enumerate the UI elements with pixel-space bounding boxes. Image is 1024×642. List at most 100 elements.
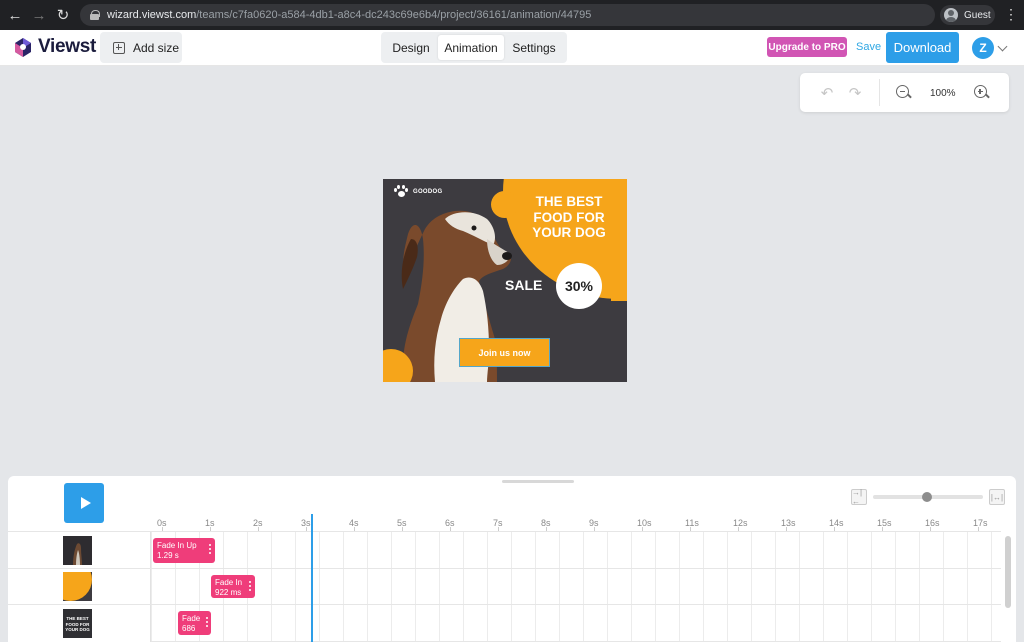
url-text: wizard.viewst.com/teams/c7fa0620-a584-4d… — [107, 9, 591, 21]
tick-label: 12s — [733, 518, 748, 528]
grid-line — [343, 531, 344, 642]
profile-name: Guest — [964, 9, 991, 21]
play-button[interactable] — [64, 483, 104, 523]
tick-label: 16s — [925, 518, 940, 528]
playhead[interactable] — [311, 514, 313, 642]
save-button[interactable]: Save — [856, 41, 881, 53]
slider-track[interactable] — [873, 492, 983, 502]
timeline-scrollbar[interactable] — [1005, 536, 1011, 608]
thumb-line-3: YOUR DOG — [65, 627, 90, 632]
tick-label: 15s — [877, 518, 892, 528]
grid-line — [919, 531, 920, 642]
animation-block-fade-in-up[interactable]: Fade In Up 1.29 s — [153, 538, 215, 563]
grid-line — [775, 531, 776, 642]
timeline-zoom-slider: →|← |↔| — [851, 488, 1005, 506]
timeline-grid[interactable] — [151, 531, 1001, 642]
brand-logo[interactable]: GOODOG — [394, 185, 442, 198]
resize-handle[interactable] — [502, 480, 574, 483]
grid-line — [703, 531, 704, 642]
paw-icon — [394, 185, 408, 198]
layer-thumb-shape — [63, 572, 92, 601]
tick-label: 14s — [829, 518, 844, 528]
banner-headline[interactable]: THE BEST FOOD FOR YOUR DOG — [525, 194, 613, 241]
forward-arrow-icon[interactable]: → — [30, 6, 48, 24]
layer-row[interactable] — [8, 568, 151, 604]
sale-text[interactable]: SALE — [505, 277, 542, 293]
grid-line — [823, 531, 824, 642]
layer-list: THE BEST FOOD FOR YOUR DOG — [8, 531, 151, 642]
tick-label: 10s — [637, 518, 652, 528]
animation-name: Fade In Up — [157, 541, 197, 550]
upgrade-to-pro-button[interactable]: Upgrade to PRO — [767, 37, 847, 57]
row-divider — [151, 531, 1001, 532]
grid-line — [463, 531, 464, 642]
grid-line — [607, 531, 608, 642]
time-ruler[interactable]: 0s 1s 2s 3s 4s 5s 6s 7s 8s 9s 10s 11s 12s 13s 14s 15s 16… — [151, 510, 1016, 531]
slider-knob[interactable] — [922, 492, 932, 502]
grid-line — [511, 531, 512, 642]
animation-block-fade-in[interactable]: Fade In 922 ms — [211, 575, 255, 598]
grid-line — [943, 531, 944, 642]
reload-icon[interactable]: ↻ — [54, 6, 72, 24]
animation-name: Fade — [182, 614, 201, 623]
animation-duration: 922 ms — [215, 588, 242, 597]
viewst-logo[interactable]: Viewst — [12, 36, 96, 58]
animation-block-fade[interactable]: Fade 686 — [178, 611, 211, 635]
banner-canvas[interactable]: GOODOG THE BEST FOOD FOR YOUR DOG SALE 3… — [383, 179, 627, 382]
grid-line — [151, 531, 152, 642]
join-us-button[interactable]: Join us now — [459, 338, 550, 367]
tab-settings[interactable]: Settings — [504, 35, 564, 60]
headline-line-1: THE BEST — [535, 194, 603, 209]
browser-toolbar: ← → ↻ wizard.viewst.com/teams/c7fa0620-a… — [0, 0, 1024, 30]
layer-row[interactable]: THE BEST FOOD FOR YOUR DOG — [8, 604, 151, 642]
app-header: Viewst Add size Design Animation Setting… — [0, 30, 1024, 66]
tick-label: 17s — [973, 518, 988, 528]
layer-row[interactable] — [8, 531, 151, 568]
grid-line — [487, 531, 488, 642]
discount-badge[interactable]: 30% — [556, 263, 602, 309]
grid-line — [295, 531, 296, 642]
address-bar[interactable]: wizard.viewst.com/teams/c7fa0620-a584-4d… — [80, 4, 935, 26]
url-path: /teams/c7fa0620-a584-4db1-a8c4-dc243c69e… — [196, 9, 592, 21]
mode-tabs: Design Animation Settings — [381, 32, 567, 63]
profile-button[interactable]: Guest — [940, 5, 995, 25]
more-options-icon[interactable] — [209, 544, 211, 554]
animation-duration: 1.29 s — [157, 551, 179, 560]
zoom-divider — [879, 79, 880, 106]
row-divider — [151, 604, 1001, 605]
animation-duration: 686 — [182, 624, 196, 633]
grid-line — [535, 531, 536, 642]
download-button[interactable]: Download — [886, 32, 959, 63]
tick-label: 13s — [781, 518, 796, 528]
thumb-line-1: THE BEST — [66, 616, 89, 621]
timeline-panel: →|← |↔| 0s 1s 2s 3s 4s 5s 6s 7s 8s 9s 10s 11s 12s 13s… — [8, 476, 1016, 642]
expand-icon[interactable]: |↔| — [989, 489, 1005, 505]
grid-line — [871, 531, 872, 642]
headline-line-2: FOOD FOR — [533, 209, 605, 225]
zoom-in-icon[interactable] — [974, 85, 990, 101]
grid-line — [799, 531, 800, 642]
url-host: wizard.viewst.com — [107, 9, 197, 21]
grid-line — [751, 531, 752, 642]
browser-menu-icon[interactable]: ⋮ — [1004, 7, 1018, 21]
more-options-icon[interactable] — [249, 581, 251, 591]
lock-icon — [90, 10, 100, 20]
compress-icon[interactable]: →|← — [851, 488, 867, 506]
row-divider — [151, 568, 1001, 569]
grid-line — [439, 531, 440, 642]
redo-icon[interactable]: ↷ — [846, 84, 864, 102]
logo-text: Viewst — [38, 36, 97, 57]
add-size-button[interactable]: Add size — [100, 32, 182, 63]
chevron-down-icon[interactable] — [997, 41, 1008, 52]
zoom-out-icon[interactable] — [896, 85, 912, 101]
tab-design[interactable]: Design — [384, 35, 438, 60]
more-options-icon[interactable] — [206, 617, 208, 627]
grid-line — [391, 531, 392, 642]
guest-avatar-icon — [944, 8, 958, 22]
tab-animation[interactable]: Animation — [438, 35, 504, 60]
undo-icon[interactable]: ↶ — [818, 84, 836, 102]
play-icon — [80, 497, 91, 509]
user-avatar[interactable]: Z — [972, 37, 994, 59]
grid-line — [991, 531, 992, 642]
back-arrow-icon[interactable]: ← — [6, 6, 24, 24]
